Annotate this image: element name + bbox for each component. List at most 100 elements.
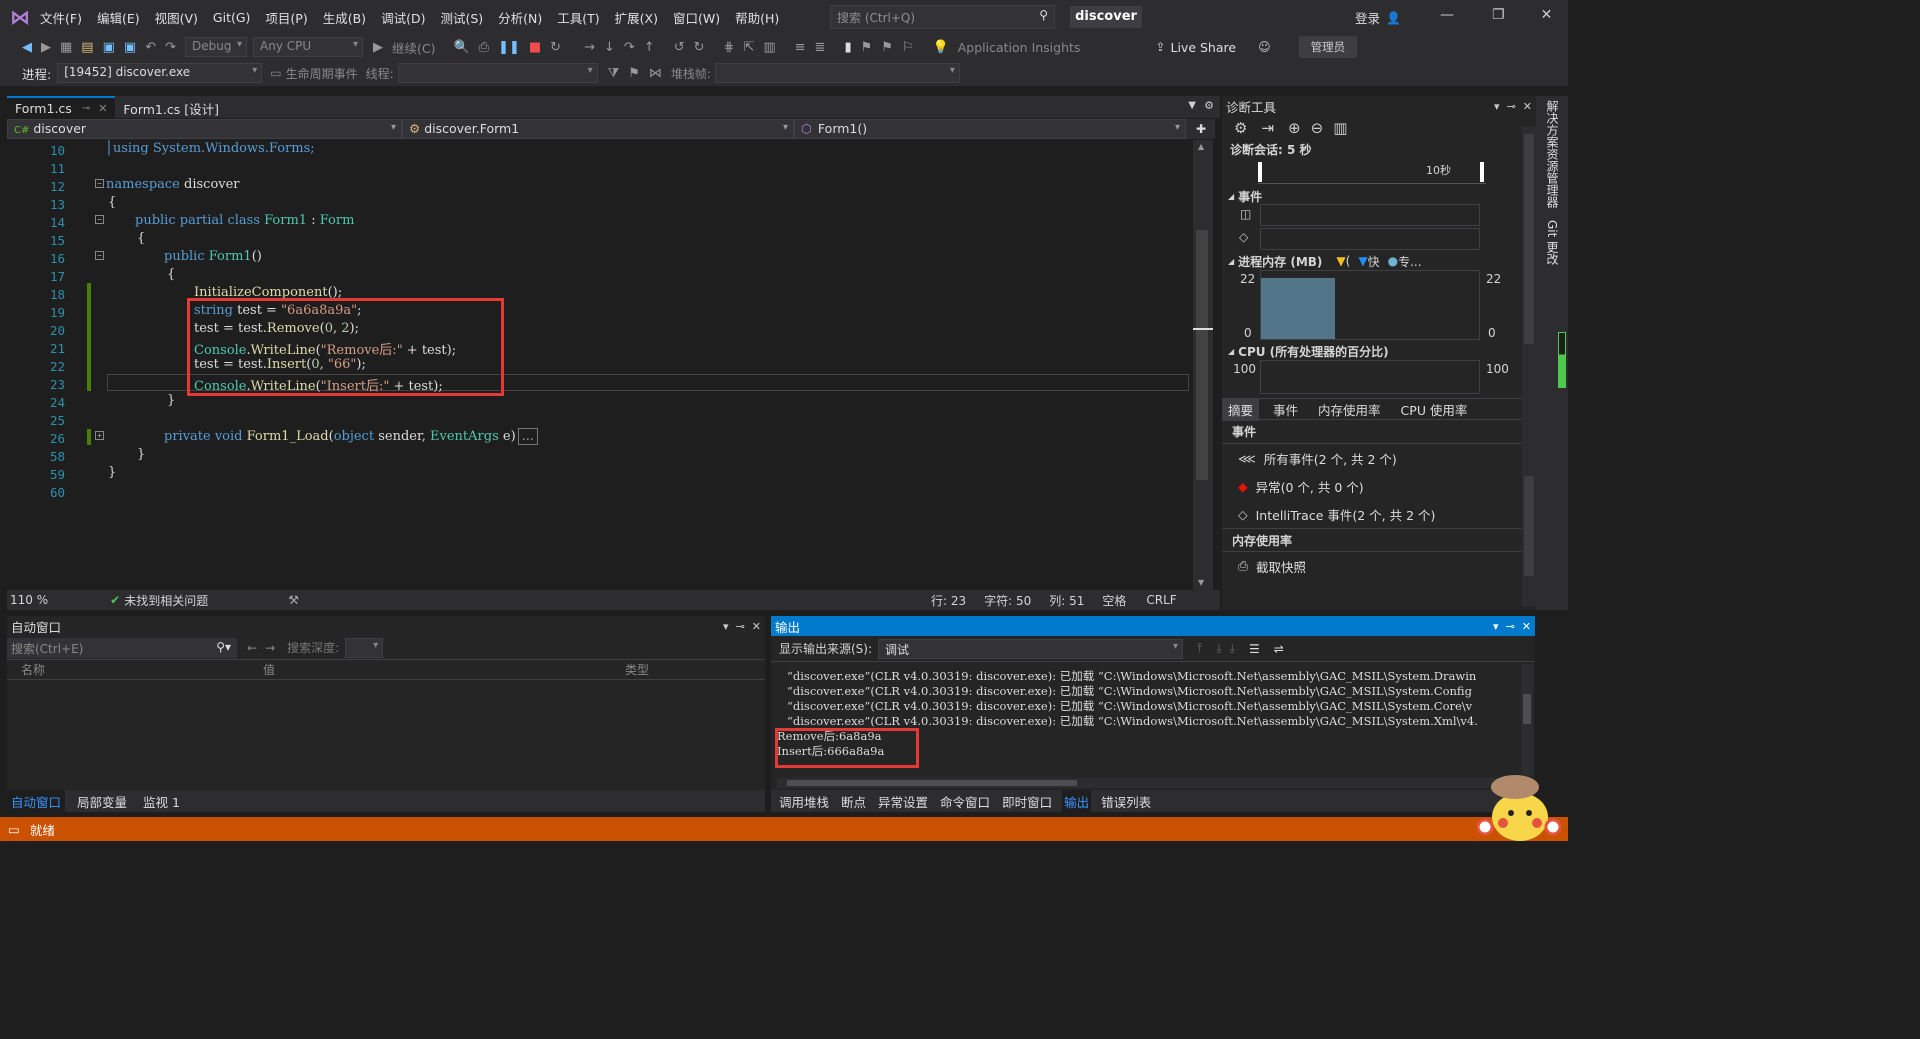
brush-icon[interactable]: ⚒: [288, 593, 299, 607]
all-events-link[interactable]: ⋘ 所有事件(2 个, 共 2 个): [1222, 444, 1536, 472]
back-icon[interactable]: ◀: [22, 40, 32, 55]
split-editor-icon[interactable]: ✚: [1196, 122, 1206, 136]
forward-icon[interactable]: ▶: [41, 40, 51, 55]
tab-form1-design[interactable]: Form1.cs [设计]: [115, 96, 227, 118]
live-share-icon[interactable]: ⇪: [1155, 40, 1165, 54]
vs-logo-icon[interactable]: ⋈: [0, 5, 40, 29]
menu-item[interactable]: 调试(D): [381, 8, 425, 27]
close-icon[interactable]: ✕: [752, 620, 761, 633]
column-name[interactable]: 名称: [7, 661, 257, 678]
undo-icon[interactable]: ↶: [145, 40, 156, 55]
threads-icon[interactable]: ⋕: [724, 40, 735, 55]
open-folder-icon[interactable]: ▤: [81, 40, 93, 55]
eol-indicator[interactable]: CRLF: [1146, 593, 1176, 607]
tab-overflow-icon[interactable]: ▼: [1188, 100, 1196, 111]
column-value[interactable]: 值: [257, 661, 625, 678]
process-select[interactable]: [19452] discover.exe: [57, 63, 263, 83]
close-icon[interactable]: ✕: [1541, 7, 1553, 23]
login-link[interactable]: 登录: [1355, 8, 1380, 27]
output-tab[interactable]: 错误列表: [1099, 790, 1153, 813]
platform-select[interactable]: Any CPU: [253, 37, 363, 57]
pin-icon[interactable]: ⊸: [1506, 620, 1515, 633]
hot-reload2-icon[interactable]: ↻: [694, 40, 705, 55]
config-select[interactable]: Debug: [185, 37, 247, 57]
minimize-icon[interactable]: —: [1440, 7, 1454, 23]
search-depth-select[interactable]: [345, 637, 384, 658]
bookmark-clear-icon[interactable]: ⚐: [902, 40, 914, 55]
settings-icon[interactable]: ⚙: [1204, 99, 1214, 112]
menu-item[interactable]: 分析(N): [498, 8, 542, 27]
output-tab[interactable]: 即时窗口: [1000, 790, 1054, 813]
code-editor[interactable]: 10 11 12 13 14 15 16 17 18 19 20 21 22 23 24 25 26 58 59 60…: [7, 140, 1190, 590]
continue-icon[interactable]: ▶: [373, 40, 383, 55]
pin-icon[interactable]: ⊸: [82, 103, 90, 114]
output-tab[interactable]: 断点: [839, 790, 868, 813]
settings-icon[interactable]: ⚙: [1234, 119, 1247, 137]
app-insights-button[interactable]: Application Insights: [958, 40, 1081, 55]
live-share-button[interactable]: Live Share: [1171, 40, 1237, 55]
save-all-icon[interactable]: ▣: [124, 40, 136, 55]
whitespace-indicator[interactable]: 空格: [1102, 592, 1126, 609]
dropdown-icon[interactable]: ▾: [1493, 620, 1499, 633]
exceptions-link[interactable]: ◆ 异常(0 个, 共 0 个): [1222, 472, 1536, 500]
output-tab[interactable]: 异常设置: [876, 790, 930, 813]
continue-button[interactable]: 继续(C): [392, 38, 435, 57]
zoom-in-icon[interactable]: ⊕: [1288, 119, 1301, 137]
output-hscroll[interactable]: [777, 778, 1517, 788]
restart-icon[interactable]: ↻: [550, 40, 561, 55]
fold-toggle[interactable]: −: [95, 215, 104, 224]
column-type[interactable]: 类型: [625, 661, 649, 678]
close-tab-icon[interactable]: ✕: [98, 102, 107, 115]
flag-icon[interactable]: ⚑: [628, 66, 640, 81]
output-tab[interactable]: 输出: [1062, 789, 1092, 813]
fold-toggle[interactable]: +: [95, 431, 104, 440]
diag-tab[interactable]: 内存使用率: [1312, 398, 1387, 421]
intellitrace-link[interactable]: ◇ IntelliTrace 事件(2 个, 共 2 个): [1222, 500, 1536, 528]
output-vscroll[interactable]: [1521, 664, 1533, 776]
close-icon[interactable]: ✕: [1523, 100, 1532, 113]
collapsed-region[interactable]: ...: [517, 428, 539, 445]
zoom-out-icon[interactable]: ⊖: [1311, 119, 1324, 137]
menu-item[interactable]: 扩展(X): [615, 8, 658, 27]
clear-all-icon[interactable]: ☰: [1249, 642, 1260, 656]
menu-item[interactable]: 帮助(H): [735, 8, 779, 27]
menu-item[interactable]: 文件(F): [40, 8, 82, 27]
screenshot-icon[interactable]: ⎙: [479, 40, 489, 55]
dropdown-icon[interactable]: ▾: [723, 620, 729, 633]
hot-reload-icon[interactable]: ↺: [674, 40, 685, 55]
bookmark-icon[interactable]: ▮: [844, 40, 851, 55]
search-input[interactable]: 搜索 (Ctrl+Q) ⚲: [830, 5, 1055, 29]
menu-item[interactable]: 编辑(E): [97, 8, 140, 27]
export-icon[interactable]: ⇥: [1261, 119, 1274, 137]
autos-tab[interactable]: 局部变量: [73, 790, 131, 813]
stack-frame-select[interactable]: [714, 63, 960, 83]
step-over-icon[interactable]: ↷: [624, 40, 635, 55]
menu-item[interactable]: 生成(B): [323, 8, 366, 27]
autos-tab[interactable]: 监视 1: [139, 790, 184, 813]
uncomment-icon[interactable]: ≣: [815, 40, 826, 55]
cursor-icon[interactable]: ⇱: [743, 40, 754, 55]
insights-icon[interactable]: 💡: [933, 40, 949, 55]
step-out-icon[interactable]: ↑: [644, 40, 655, 55]
menu-item[interactable]: Git(G): [213, 10, 251, 25]
lifecycle-icon[interactable]: ▭: [270, 66, 281, 80]
save-icon[interactable]: ▣: [103, 40, 115, 55]
word-wrap-icon[interactable]: ⇌: [1274, 642, 1284, 656]
autos-search-input[interactable]: 搜索(Ctrl+E) ⚲▾: [7, 637, 237, 658]
git-changes-tab[interactable]: Git 更改: [1544, 220, 1561, 265]
menu-item[interactable]: 测试(S): [440, 8, 483, 27]
timeline-ruler[interactable]: 10秒: [1258, 160, 1486, 184]
step-into-icon[interactable]: ↓: [604, 40, 615, 55]
reset-view-icon[interactable]: ▥: [1333, 119, 1347, 137]
issues-status[interactable]: 未找到相关问题: [124, 592, 208, 609]
output-tab[interactable]: 调用堆栈: [777, 790, 831, 813]
diag-tab[interactable]: CPU 使用率: [1395, 398, 1474, 421]
new-project-icon[interactable]: ▦: [60, 40, 72, 55]
editor-scrollbar[interactable]: ▲ ▼: [1193, 140, 1213, 590]
nav-forward-icon[interactable]: →: [265, 641, 275, 655]
dropdown-icon[interactable]: ▾: [1494, 100, 1500, 113]
lifecycle-events-button[interactable]: 生命周期事件: [286, 65, 358, 82]
login-area[interactable]: 登录 👤: [1355, 8, 1401, 27]
fold-toggle[interactable]: −: [95, 251, 104, 260]
nav-back-icon[interactable]: ←: [247, 641, 257, 655]
